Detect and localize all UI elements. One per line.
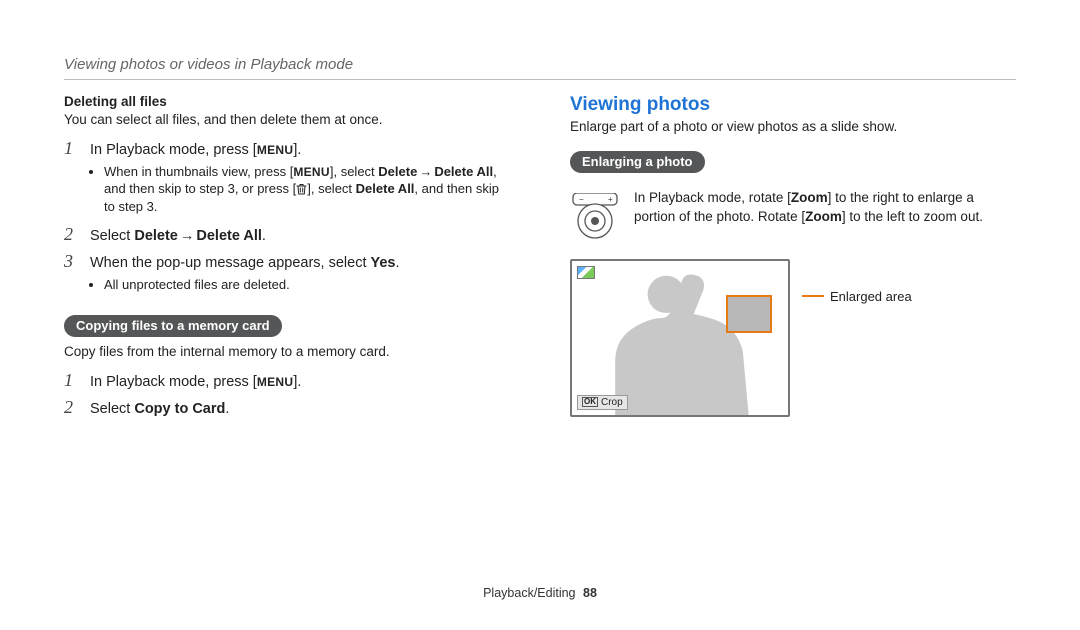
step-text: When the pop-up message appears, select …	[90, 255, 400, 271]
viewing-photos-title: Viewing photos	[570, 94, 1016, 116]
text-bold: Delete	[378, 164, 417, 179]
text: ].	[293, 142, 301, 158]
step-row: 2 Select Delete→Delete All.	[64, 224, 510, 245]
zoom-dial-icon: − +	[570, 193, 620, 241]
text-bold: Delete All	[434, 164, 493, 179]
trash-icon	[296, 183, 307, 195]
footer-section: Playback/Editing	[483, 586, 575, 600]
crop-bar: OK Crop	[577, 395, 628, 410]
svg-text:−: −	[579, 195, 584, 204]
step-row: 1 In Playback mode, press [MENU].	[64, 138, 510, 159]
enlarged-area-callout: Enlarged area	[802, 289, 912, 304]
viewing-photos-intro: Enlarge part of a photo or view photos a…	[570, 118, 1016, 137]
text-bold: Zoom	[791, 190, 828, 205]
svg-text:+: +	[608, 195, 613, 204]
step-number: 3	[64, 251, 80, 272]
callout-line	[802, 295, 824, 297]
menu-label-icon: MENU	[293, 164, 330, 180]
step-text: Select Delete→Delete All.	[90, 228, 266, 244]
page-header: Viewing photos or videos in Playback mod…	[64, 56, 1016, 73]
step-text: In Playback mode, press [MENU].	[90, 374, 301, 390]
text-bold: Yes	[371, 255, 396, 271]
text-bold: Zoom	[805, 209, 842, 224]
footer-page-number: 88	[583, 586, 597, 600]
pill-copy-files: Copying files to a memory card	[64, 315, 282, 337]
pill-enlarging: Enlarging a photo	[570, 151, 705, 173]
header-divider	[64, 79, 1016, 80]
menu-label-icon: MENU	[257, 375, 294, 389]
menu-label-icon: MENU	[257, 143, 294, 157]
text: ], select	[330, 164, 378, 179]
text: When the pop-up message appears, select	[90, 255, 371, 271]
text: In Playback mode, press [	[90, 374, 257, 390]
step-bullets: When in thumbnails view, press [MENU], s…	[104, 163, 510, 216]
left-column: Deleting all files You can select all fi…	[64, 94, 510, 422]
callout-text: Enlarged area	[830, 289, 912, 304]
text: Select	[90, 401, 134, 417]
zoom-description: In Playback mode, rotate [Zoom] to the r…	[634, 189, 1016, 227]
page-footer: Playback/Editing 88	[0, 586, 1080, 600]
step-number: 1	[64, 138, 80, 159]
step-text: Select Copy to Card.	[90, 401, 229, 417]
text: In Playback mode, press [	[90, 142, 257, 158]
step-text: In Playback mode, press [MENU].	[90, 142, 301, 158]
bullet-item: When in thumbnails view, press [MENU], s…	[104, 163, 510, 216]
text: .	[262, 228, 266, 244]
ok-icon: OK	[582, 397, 598, 407]
text: .	[396, 255, 400, 271]
text: ] to the left to zoom out.	[842, 209, 983, 224]
delete-all-intro: You can select all files, and then delet…	[64, 111, 510, 130]
arrow-icon: →	[417, 164, 434, 179]
step-row: 2 Select Copy to Card.	[64, 397, 510, 418]
silhouette-icon	[572, 261, 788, 416]
step-number: 2	[64, 397, 80, 418]
text: ].	[293, 374, 301, 390]
copy-intro: Copy files from the internal memory to a…	[64, 343, 510, 362]
crop-label: Crop	[601, 397, 623, 408]
right-column: Viewing photos Enlarge part of a photo o…	[570, 94, 1016, 422]
text-bold: Delete All	[356, 181, 415, 196]
text: .	[225, 401, 229, 417]
text: ], select	[307, 181, 355, 196]
photo-preview: OK Crop	[570, 259, 790, 417]
step-row: 3 When the pop-up message appears, selec…	[64, 251, 510, 272]
arrow-icon: →	[178, 228, 197, 244]
text-bold: Delete All	[196, 228, 262, 244]
step-number: 2	[64, 224, 80, 245]
step-number: 1	[64, 370, 80, 391]
text: When in thumbnails view, press [	[104, 164, 293, 179]
text-bold: Copy to Card	[134, 401, 225, 417]
bullet-item: All unprotected files are deleted.	[104, 276, 510, 294]
enlarged-area-box	[726, 295, 772, 333]
text-bold: Delete	[134, 228, 178, 244]
step-row: 1 In Playback mode, press [MENU].	[64, 370, 510, 391]
delete-all-heading: Deleting all files	[64, 94, 510, 109]
text: Select	[90, 228, 134, 244]
text: In Playback mode, rotate [	[634, 190, 791, 205]
step-bullets: All unprotected files are deleted.	[104, 276, 510, 294]
thumbnail-indicator-icon	[577, 266, 595, 279]
